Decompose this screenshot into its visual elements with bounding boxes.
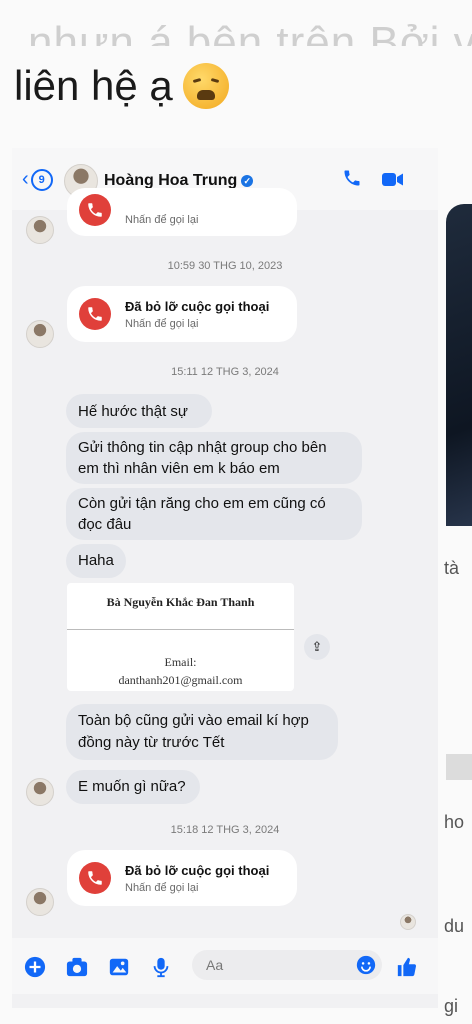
video-call-icon[interactable] xyxy=(382,172,404,187)
missed-call-icon xyxy=(79,298,111,330)
emoji-icon[interactable] xyxy=(356,955,376,975)
missed-call-card[interactable]: Đã bỏ lỡ cuộc gọi thoại Nhấn để gọi lại xyxy=(67,286,297,342)
messenger-screenshot: ‹ 9 Hoàng Hoa Trung ✓ Nhấn để gọi lại 10:… xyxy=(12,148,438,1008)
attachment-name: Bà Nguyễn Khắc Đan Thanh xyxy=(106,595,255,609)
like-icon[interactable] xyxy=(396,956,418,978)
message-text: Haha xyxy=(78,552,114,569)
contact-avatar-small xyxy=(26,320,54,348)
missed-call-icon xyxy=(79,194,111,226)
back-button[interactable]: ‹ 9 xyxy=(22,168,53,191)
contact-name: Hoàng Hoa Trung xyxy=(104,172,238,189)
message-text: E muốn gì nữa? xyxy=(78,778,186,795)
message-text: Gửi thông tin cập nhật group cho bên xyxy=(78,439,327,456)
message-bubble[interactable]: Hế hước thật sự xyxy=(66,394,212,428)
message-input-placeholder: Aa xyxy=(206,957,224,973)
post-headline: liên hệ ạ xyxy=(14,62,229,110)
weary-face-emoji-icon xyxy=(182,63,229,109)
message-bubble[interactable]: Haha xyxy=(66,544,126,578)
missed-call-subtitle: Nhấn để gọi lại xyxy=(125,214,199,226)
contact-avatar-small xyxy=(26,888,54,916)
missed-call-subtitle: Nhấn để gọi lại xyxy=(125,318,199,330)
timestamp: 10:59 30 THG 10, 2023 xyxy=(167,260,283,272)
phone-call-icon[interactable] xyxy=(342,168,362,188)
message-bubble[interactable]: Toàn bộ cũng gửi vào email kí hợp đồng n… xyxy=(66,704,338,760)
message-bubble[interactable]: E muốn gì nữa? xyxy=(66,770,200,804)
seen-receipt-avatar xyxy=(400,914,416,930)
message-text: Toàn bộ cũng gửi vào email kí hợp xyxy=(78,712,309,729)
missed-call-card[interactable]: Nhấn để gọi lại xyxy=(67,188,297,236)
attachment-email-value: danthanh201@gmail.com xyxy=(118,673,243,687)
contact-avatar-small xyxy=(26,216,54,244)
message-input[interactable]: Aa xyxy=(192,950,382,980)
message-composer: Aa xyxy=(12,938,438,994)
message-text: Còn gửi tận răng cho em em cũng có xyxy=(78,495,326,512)
adjacent-text: gi xyxy=(444,996,459,1016)
camera-icon[interactable] xyxy=(66,956,88,978)
missed-call-subtitle: Nhấn để gọi lại xyxy=(125,882,199,894)
message-bubble[interactable]: Còn gửi tận răng cho em em cũng có đọc đ… xyxy=(66,488,362,540)
share-icon[interactable]: ⇪ xyxy=(304,634,330,660)
microphone-icon[interactable] xyxy=(150,956,172,978)
missed-call-title: Đã bỏ lỡ cuộc gọi thoại xyxy=(125,863,270,878)
adjacent-text: tà xyxy=(444,558,460,578)
missed-call-card[interactable]: Đã bỏ lỡ cuộc gọi thoại Nhấn để gọi lại xyxy=(67,850,297,906)
adjacent-divider xyxy=(446,754,472,780)
missed-call-icon xyxy=(79,862,111,894)
plus-circle-icon[interactable] xyxy=(24,956,46,978)
gallery-icon[interactable] xyxy=(108,956,130,978)
image-attachment[interactable]: Bà Nguyễn Khắc Đan Thanh Email: danthanh… xyxy=(67,583,294,691)
previous-line-text: nhưn á bên trên Bởi vì xyxy=(28,18,472,46)
previous-line-cut: nhưn á bên trên Bởi vì xyxy=(0,0,472,46)
unread-count-badge: 9 xyxy=(30,168,53,191)
verified-badge-icon: ✓ xyxy=(241,175,254,187)
message-text: Hế hước thật sự xyxy=(78,403,188,420)
missed-call-title: Đã bỏ lỡ cuộc gọi thoại xyxy=(125,299,270,314)
adjacent-image xyxy=(446,204,472,526)
message-text: đồng này từ trước Tết xyxy=(78,734,225,751)
timestamp: 15:11 12 THG 3, 2024 xyxy=(171,366,279,378)
headline-text: liên hệ ạ xyxy=(14,62,173,109)
adjacent-content-strip: tà ho du gi xyxy=(444,148,472,1024)
contact-avatar-small xyxy=(26,778,54,806)
adjacent-text: du xyxy=(444,916,465,936)
timestamp: 15:18 12 THG 3, 2024 xyxy=(170,824,280,836)
chevron-left-icon: ‹ xyxy=(22,168,29,190)
attachment-email-label: Email: xyxy=(164,655,197,669)
message-bubble[interactable]: Gửi thông tin cập nhật group cho bên em … xyxy=(66,432,362,484)
adjacent-text: ho xyxy=(444,812,465,832)
message-text: em thì nhân viên em k báo em xyxy=(78,460,280,477)
attachment-divider xyxy=(67,629,294,630)
message-text: đọc đâu xyxy=(78,516,132,533)
